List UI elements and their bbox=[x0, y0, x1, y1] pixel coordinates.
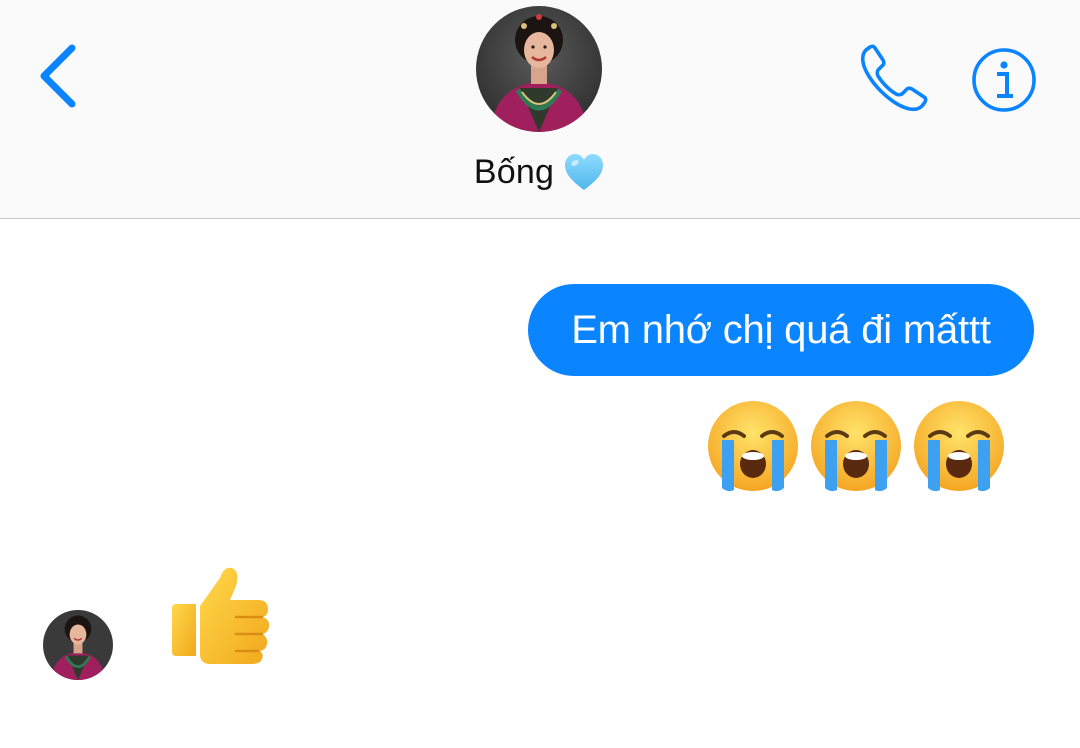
info-button[interactable] bbox=[970, 46, 1038, 114]
incoming-emoji-message[interactable] bbox=[170, 560, 276, 666]
contact-title[interactable]: Bống bbox=[0, 142, 1080, 202]
contact-avatar-image bbox=[476, 6, 602, 132]
info-icon bbox=[972, 48, 1036, 112]
contact-name: Bống bbox=[473, 152, 555, 191]
sender-avatar-image bbox=[43, 610, 113, 680]
outgoing-emoji-message[interactable] bbox=[704, 398, 1008, 494]
sender-avatar[interactable] bbox=[43, 610, 113, 680]
contact-avatar[interactable] bbox=[476, 6, 602, 132]
loudly-crying-face-icon bbox=[708, 401, 798, 492]
thumbs-up-icon bbox=[172, 567, 270, 664]
back-button[interactable] bbox=[28, 38, 92, 114]
outgoing-message-bubble[interactable]: Em nhớ chị quá đi mấttt bbox=[528, 284, 1034, 376]
chevron-left-icon bbox=[40, 44, 76, 108]
message-text: Em nhớ chị quá đi mấttt bbox=[571, 307, 991, 352]
light-blue-heart-icon bbox=[565, 154, 604, 190]
messenger-chat-screen: Bống Em nhớ chị quá đi mấttt bbox=[0, 0, 1080, 748]
loudly-crying-face-icon bbox=[811, 401, 901, 492]
chat-header: Bống bbox=[0, 0, 1080, 219]
loudly-crying-face-icon bbox=[914, 401, 1004, 492]
call-button[interactable] bbox=[856, 42, 932, 116]
phone-icon bbox=[860, 44, 928, 112]
